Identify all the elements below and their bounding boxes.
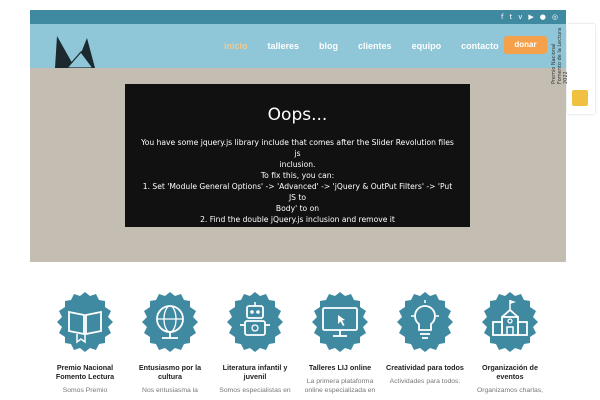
- feature-title: Literatura infantil y juvenil: [222, 363, 288, 381]
- main-nav: inicio talleres blog clientes equipo con…: [214, 24, 509, 68]
- error-line: To fix this, you can:: [260, 171, 335, 180]
- award-text: Premio Nacional Fomento de la Lectura 20…: [551, 27, 569, 84]
- feature-desc: Actividades para todos:: [389, 378, 461, 385]
- nav-blog[interactable]: blog: [309, 41, 348, 51]
- slider-error-box: Oops... You have some jquery.js library …: [125, 84, 470, 227]
- feature-item: Literatura infantil y juvenil Somos espe…: [215, 290, 295, 395]
- feature-desc: Somos Premio: [62, 387, 108, 394]
- feature-title: Organización de eventos: [482, 363, 538, 381]
- monitor-icon: [308, 290, 372, 354]
- error-title: Oops...: [267, 105, 328, 125]
- youtube-icon[interactable]: ▶: [528, 11, 533, 23]
- feature-title: Talleres LIJ online: [308, 363, 372, 372]
- nav-contacto[interactable]: contacto: [451, 41, 509, 51]
- flickr-icon[interactable]: ●: [540, 11, 546, 23]
- feature-desc: Nos entusiasma la: [142, 387, 198, 394]
- error-message: You have some jquery.js library include …: [125, 137, 470, 225]
- feature-item: Talleres LIJ online La primera plataform…: [300, 290, 380, 395]
- page: f t v ▶ ● ◎ atrapavientos inicio tallere…: [0, 0, 600, 400]
- nav-talleres[interactable]: talleres: [258, 41, 310, 51]
- robot-icon: [223, 290, 287, 354]
- feature-desc: Somos especialistas en: [219, 387, 291, 394]
- nav-inicio[interactable]: inicio: [214, 41, 258, 51]
- feature-title: Premio Nacional Fomento Lectura: [55, 363, 115, 381]
- feature-title: Entusiasmo por la cultura: [138, 363, 202, 381]
- social-links: f t v ▶ ● ◎: [501, 11, 558, 23]
- vimeo-icon[interactable]: v: [518, 11, 522, 23]
- features-section: Premio Nacional Fomento Lectura Somos Pr…: [45, 290, 555, 400]
- lightbulb-icon: [393, 290, 457, 354]
- twitter-icon[interactable]: t: [509, 11, 512, 23]
- nav-equipo[interactable]: equipo: [402, 41, 452, 51]
- feature-desc: Organizamos charlas,: [476, 387, 544, 394]
- school-icon: [478, 290, 542, 354]
- feature-title: Creatividad para todos: [386, 363, 464, 372]
- instagram-icon[interactable]: ◎: [552, 11, 558, 23]
- error-line: 2. Find the double jQuery.js inclusion a…: [200, 215, 395, 224]
- globe-icon: [138, 290, 202, 354]
- top-bar: f t v ▶ ● ◎: [30, 10, 566, 24]
- award-book-icon: [572, 90, 588, 106]
- error-line: 1. Set 'Module General Options' -> 'Adva…: [142, 182, 453, 202]
- error-line: inclusion.: [279, 160, 316, 169]
- feature-desc: La primera plataforma online especializa…: [304, 378, 376, 394]
- error-line: You have some jquery.js library include …: [141, 138, 454, 158]
- facebook-icon[interactable]: f: [501, 11, 503, 23]
- feature-item: Creatividad para todos Actividades para …: [385, 290, 465, 386]
- error-line: Body' to on: [275, 204, 320, 213]
- feature-item: Entusiasmo por la cultura Nos entusiasma…: [130, 290, 210, 395]
- feature-item: Premio Nacional Fomento Lectura Somos Pr…: [45, 290, 125, 395]
- award-badge[interactable]: Premio Nacional Fomento de la Lectura 20…: [551, 24, 595, 114]
- nav-clientes[interactable]: clientes: [348, 41, 402, 51]
- book-icon: [53, 290, 117, 354]
- donate-button[interactable]: donar: [504, 36, 547, 54]
- feature-item: Organización de eventos Organizamos char…: [470, 290, 550, 395]
